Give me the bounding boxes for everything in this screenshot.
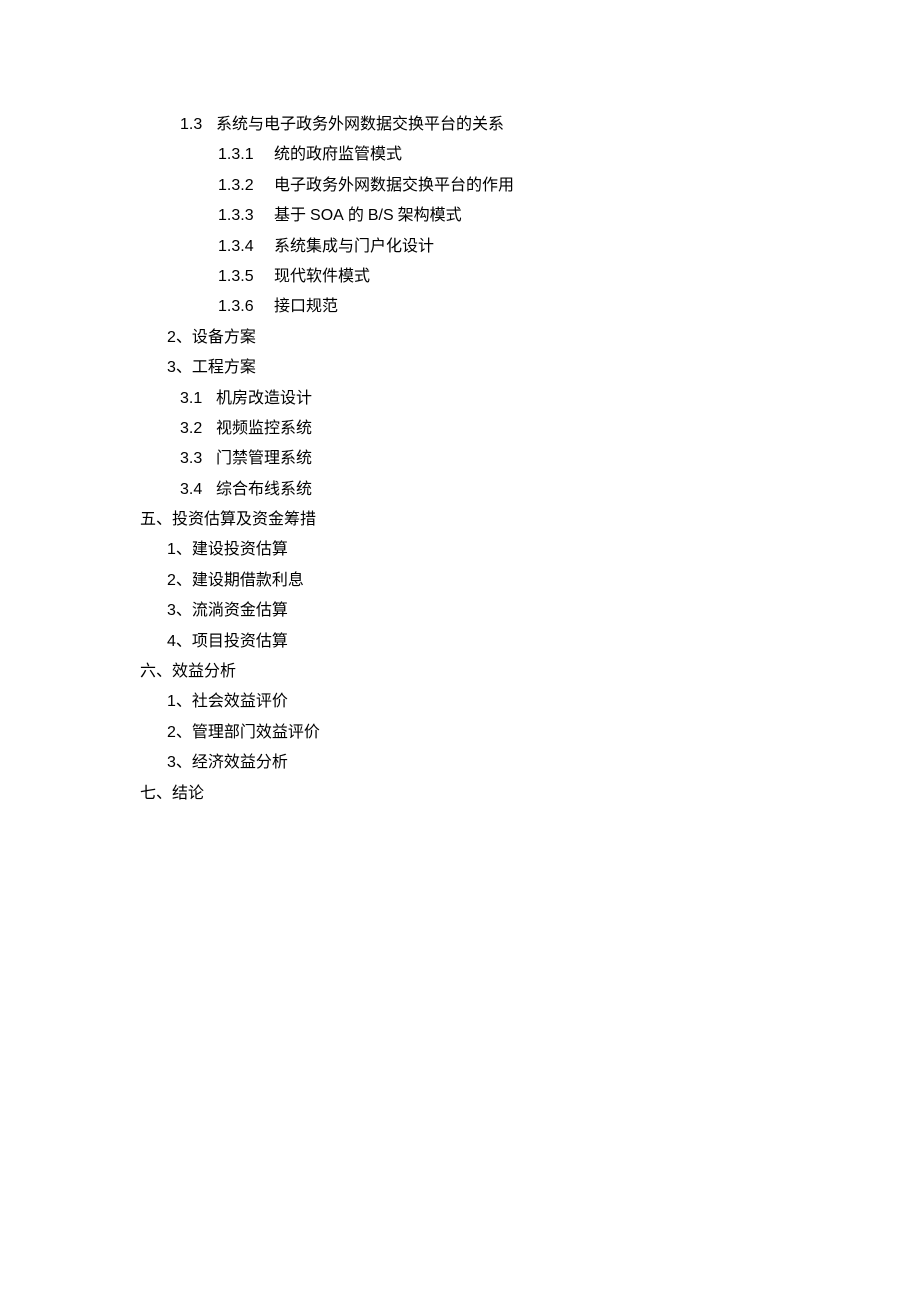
- toc-number: 4: [167, 633, 176, 650]
- toc-item-1-3-3: 1.3.3 基于 SOA 的 B/S 架构模式: [140, 201, 920, 231]
- toc-item-3-3: 3.3 门禁管理系统: [140, 444, 920, 474]
- toc-title: 五、投资估算及资金筹措: [140, 511, 316, 528]
- toc-title: 系统集成与门户化设计: [274, 238, 434, 255]
- toc-item-5-4: 4、项目投资估算: [140, 627, 920, 657]
- toc-title: 接口规范: [274, 298, 338, 315]
- toc-number: 3: [167, 754, 176, 771]
- toc-item-1-3-5: 1.3.5 现代软件模式: [140, 262, 920, 292]
- toc-title: 综合布线系统: [216, 481, 312, 498]
- toc-item-5-1: 1、建设投资估算: [140, 535, 920, 565]
- toc-number: 3.1: [180, 384, 212, 414]
- toc-title: 设备方案: [192, 329, 256, 346]
- toc-number: 1.3.1: [218, 140, 270, 170]
- toc-number: 1.3.4: [218, 232, 270, 262]
- toc-title: 经济效益分析: [192, 754, 288, 771]
- toc-number: 1: [167, 541, 176, 558]
- toc-item-1-3-1: 1.3.1 统的政府监管模式: [140, 140, 920, 170]
- toc-number: 3.2: [180, 414, 212, 444]
- toc-item-2: 2、设备方案: [140, 323, 920, 353]
- toc-sep: 、: [176, 329, 192, 346]
- toc-item-3-2: 3.2 视频监控系统: [140, 414, 920, 444]
- toc-sep: 、: [176, 754, 192, 771]
- toc-sep: 、: [176, 541, 192, 558]
- toc-number: 1.3.2: [218, 171, 270, 201]
- toc-title: 电子政务外网数据交换平台的作用: [274, 177, 514, 194]
- toc-title: 工程方案: [192, 359, 256, 376]
- toc-heading-6: 六、效益分析: [140, 657, 920, 687]
- toc-number: 1.3: [180, 110, 212, 140]
- toc-item-3-4: 3.4 综合布线系统: [140, 475, 920, 505]
- toc-number: 3: [167, 602, 176, 619]
- toc-title: 视频监控系统: [216, 420, 312, 437]
- toc-heading-7: 七、结论: [140, 779, 920, 809]
- toc-title: 系统与电子政务外网数据交换平台的关系: [216, 116, 504, 133]
- toc-sep: 、: [176, 724, 192, 741]
- toc-title: 流淌资金估算: [192, 602, 288, 619]
- toc-title: 现代软件模式: [274, 268, 370, 285]
- toc-number: 1.3.5: [218, 262, 270, 292]
- toc-title: 机房改造设计: [216, 390, 312, 407]
- toc-title: 管理部门效益评价: [192, 724, 320, 741]
- toc-item-1-3: 1.3 系统与电子政务外网数据交换平台的关系: [140, 110, 920, 140]
- toc-container: 1.3 系统与电子政务外网数据交换平台的关系 1.3.1 统的政府监管模式 1.…: [140, 110, 920, 809]
- toc-item-3: 3、工程方案: [140, 353, 920, 383]
- toc-item-5-2: 2、建设期借款利息: [140, 566, 920, 596]
- toc-title: 基于 SOA 的 B/S 架构模式: [274, 207, 462, 224]
- toc-item-6-2: 2、管理部门效益评价: [140, 718, 920, 748]
- toc-number: 2: [167, 572, 176, 589]
- toc-title: 项目投资估算: [192, 633, 288, 650]
- toc-item-5-3: 3、流淌资金估算: [140, 596, 920, 626]
- toc-item-1-3-4: 1.3.4 系统集成与门户化设计: [140, 232, 920, 262]
- toc-number: 3.4: [180, 475, 212, 505]
- toc-item-3-1: 3.1 机房改造设计: [140, 384, 920, 414]
- toc-title: 七、结论: [140, 785, 204, 802]
- toc-number: 3: [167, 359, 176, 376]
- toc-sep: 、: [176, 359, 192, 376]
- toc-sep: 、: [176, 602, 192, 619]
- toc-item-6-3: 3、经济效益分析: [140, 748, 920, 778]
- toc-number: 1: [167, 693, 176, 710]
- toc-sep: 、: [176, 633, 192, 650]
- toc-number: 1.3.3: [218, 201, 270, 231]
- toc-title: 六、效益分析: [140, 663, 236, 680]
- toc-item-1-3-2: 1.3.2 电子政务外网数据交换平台的作用: [140, 171, 920, 201]
- toc-heading-5: 五、投资估算及资金筹措: [140, 505, 920, 535]
- toc-title: 建设投资估算: [192, 541, 288, 558]
- toc-item-6-1: 1、社会效益评价: [140, 687, 920, 717]
- toc-number: 1.3.6: [218, 292, 270, 322]
- toc-number: 2: [167, 329, 176, 346]
- toc-number: 2: [167, 724, 176, 741]
- toc-item-1-3-6: 1.3.6 接口规范: [140, 292, 920, 322]
- toc-title: 统的政府监管模式: [274, 146, 402, 163]
- toc-sep: 、: [176, 572, 192, 589]
- toc-title: 门禁管理系统: [216, 450, 312, 467]
- toc-number: 3.3: [180, 444, 212, 474]
- toc-sep: 、: [176, 693, 192, 710]
- toc-title: 建设期借款利息: [192, 572, 304, 589]
- toc-title: 社会效益评价: [192, 693, 288, 710]
